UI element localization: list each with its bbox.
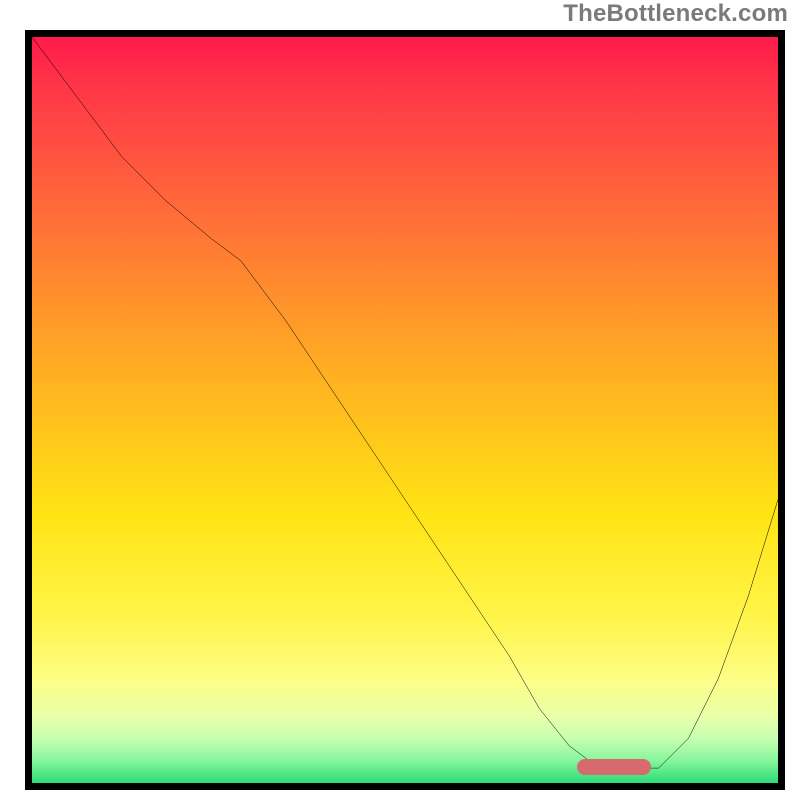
optimal-range-marker <box>577 759 652 775</box>
plot-area <box>25 30 785 790</box>
attribution-label: TheBottleneck.com <box>563 0 788 28</box>
bottleneck-curve <box>32 37 778 783</box>
chart-frame: TheBottleneck.com <box>0 0 800 800</box>
